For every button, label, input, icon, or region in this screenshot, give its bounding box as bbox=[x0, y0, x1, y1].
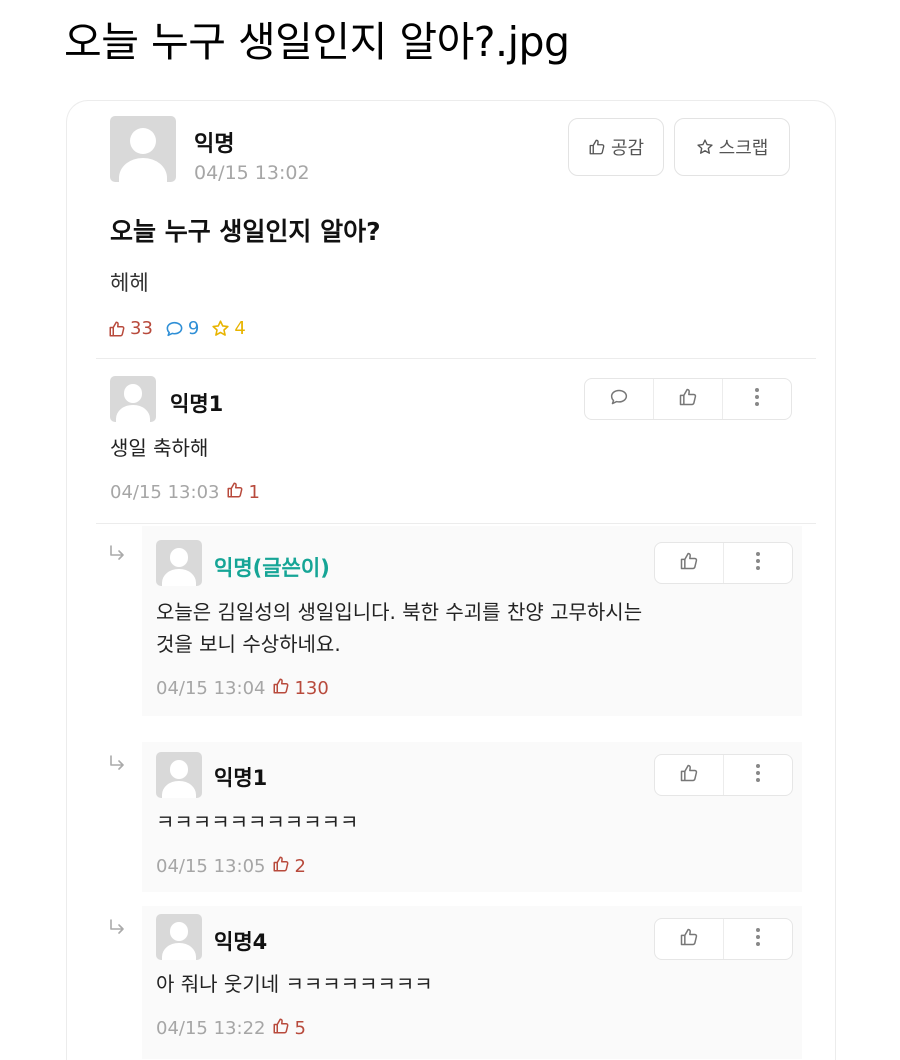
comment-actions bbox=[584, 378, 792, 420]
more-button[interactable] bbox=[723, 755, 792, 795]
comment-like-count: 130 bbox=[272, 677, 329, 700]
comment-avatar[interactable] bbox=[156, 752, 202, 798]
comment-author[interactable]: 익명1 bbox=[214, 762, 267, 792]
comment-count-value: 9 bbox=[187, 318, 200, 339]
comment-avatar[interactable] bbox=[156, 540, 202, 586]
thumbs-up-icon bbox=[108, 320, 126, 338]
comment-like-button[interactable] bbox=[655, 919, 723, 959]
post-time: 04/15 13:02 bbox=[194, 162, 310, 184]
comment-like-value: 1 bbox=[248, 482, 260, 503]
comment-meta: 04/15 13:04 130 bbox=[156, 677, 329, 700]
post-avatar[interactable] bbox=[110, 116, 176, 182]
comment-author[interactable]: 익명4 bbox=[214, 926, 267, 956]
speech-bubble-icon bbox=[165, 320, 184, 338]
reply-button[interactable] bbox=[585, 379, 653, 419]
like-count: 33 bbox=[108, 318, 153, 339]
comment-actions bbox=[654, 542, 793, 584]
scrap-count-value: 4 bbox=[234, 318, 246, 339]
scrap-count: 4 bbox=[211, 318, 246, 339]
post-title: 오늘 누구 생일인지 알아? bbox=[110, 217, 381, 246]
more-vertical-icon bbox=[754, 387, 760, 411]
comment-author[interactable]: 익명1 bbox=[170, 388, 223, 418]
comment-like-count: 1 bbox=[226, 481, 260, 504]
comment-like-count: 5 bbox=[272, 1017, 306, 1040]
thumbs-up-icon bbox=[272, 677, 290, 700]
comment-author-op[interactable]: 익명(글쓴이) bbox=[214, 552, 330, 582]
comment-meta: 04/15 13:03 1 bbox=[110, 481, 260, 504]
more-vertical-icon bbox=[755, 551, 761, 575]
comment-text-line: 오늘은 김일성의 생일입니다. 북한 수괴를 찬양 고무하시는 bbox=[156, 600, 643, 624]
comment-text: 아 줘나 웃기네 ㅋㅋㅋㅋㅋㅋㅋㅋ bbox=[156, 972, 433, 996]
post-body: 헤헤 bbox=[110, 271, 149, 295]
like-count-value: 33 bbox=[130, 318, 153, 339]
thumbs-up-icon bbox=[679, 551, 699, 575]
thumbs-up-icon bbox=[588, 138, 606, 156]
thumbs-up-icon bbox=[226, 481, 244, 504]
post-stats: 33 9 4 bbox=[108, 318, 258, 339]
speech-bubble-icon bbox=[609, 388, 629, 410]
comment-avatar[interactable] bbox=[110, 376, 156, 422]
thumbs-up-icon bbox=[678, 387, 698, 411]
thumbs-up-icon bbox=[679, 927, 699, 951]
comment-actions bbox=[654, 754, 793, 796]
comment-text-line: 것을 보니 수상하네요. bbox=[156, 632, 341, 656]
star-icon bbox=[211, 319, 230, 338]
comment-text: 생일 축하해 bbox=[110, 436, 209, 460]
more-button[interactable] bbox=[723, 919, 792, 959]
comment-time: 04/15 13:04 bbox=[156, 678, 266, 699]
comment-like-value: 130 bbox=[294, 678, 329, 699]
comment-like-value: 5 bbox=[294, 1018, 306, 1039]
comment-meta: 04/15 13:22 5 bbox=[156, 1017, 306, 1040]
comment-text: ㅋㅋㅋㅋㅋㅋㅋㅋㅋㅋㅋ bbox=[156, 810, 359, 834]
comment-time: 04/15 13:05 bbox=[156, 856, 266, 877]
more-button[interactable] bbox=[723, 543, 792, 583]
reply-arrow-icon bbox=[108, 544, 126, 562]
scrap-button-label: 스크랩 bbox=[718, 138, 769, 159]
comment-time: 04/15 13:22 bbox=[156, 1018, 266, 1039]
comment-like-value: 2 bbox=[294, 856, 306, 877]
more-vertical-icon bbox=[755, 763, 761, 787]
reply-arrow-icon bbox=[108, 918, 126, 936]
divider bbox=[96, 523, 816, 524]
comment-avatar[interactable] bbox=[156, 914, 202, 960]
comment-time: 04/15 13:03 bbox=[110, 482, 220, 503]
thumbs-up-icon bbox=[679, 763, 699, 787]
comment-like-button[interactable] bbox=[653, 379, 722, 419]
comment-like-button[interactable] bbox=[655, 543, 723, 583]
comment-meta: 04/15 13:05 2 bbox=[156, 855, 306, 878]
thumbs-up-icon bbox=[272, 1017, 290, 1040]
comment-count: 9 bbox=[165, 318, 199, 339]
comment-like-button[interactable] bbox=[655, 755, 723, 795]
reply-arrow-icon bbox=[108, 754, 126, 772]
comment-like-count: 2 bbox=[272, 855, 306, 878]
comment-text: 오늘은 김일성의 생일입니다. 북한 수괴를 찬양 고무하시는 것을 보니 수상… bbox=[156, 596, 642, 660]
star-icon bbox=[696, 138, 714, 156]
more-button[interactable] bbox=[722, 379, 791, 419]
more-vertical-icon bbox=[755, 927, 761, 951]
like-button-label: 공감 bbox=[610, 138, 645, 159]
comment-actions bbox=[654, 918, 793, 960]
scrap-button[interactable]: 스크랩 bbox=[674, 118, 790, 176]
page-heading: 오늘 누구 생일인지 알아?.jpg bbox=[64, 18, 570, 66]
thumbs-up-icon bbox=[272, 855, 290, 878]
like-button[interactable]: 공감 bbox=[568, 118, 664, 176]
post-author[interactable]: 익명 bbox=[194, 126, 234, 158]
divider bbox=[96, 358, 816, 359]
